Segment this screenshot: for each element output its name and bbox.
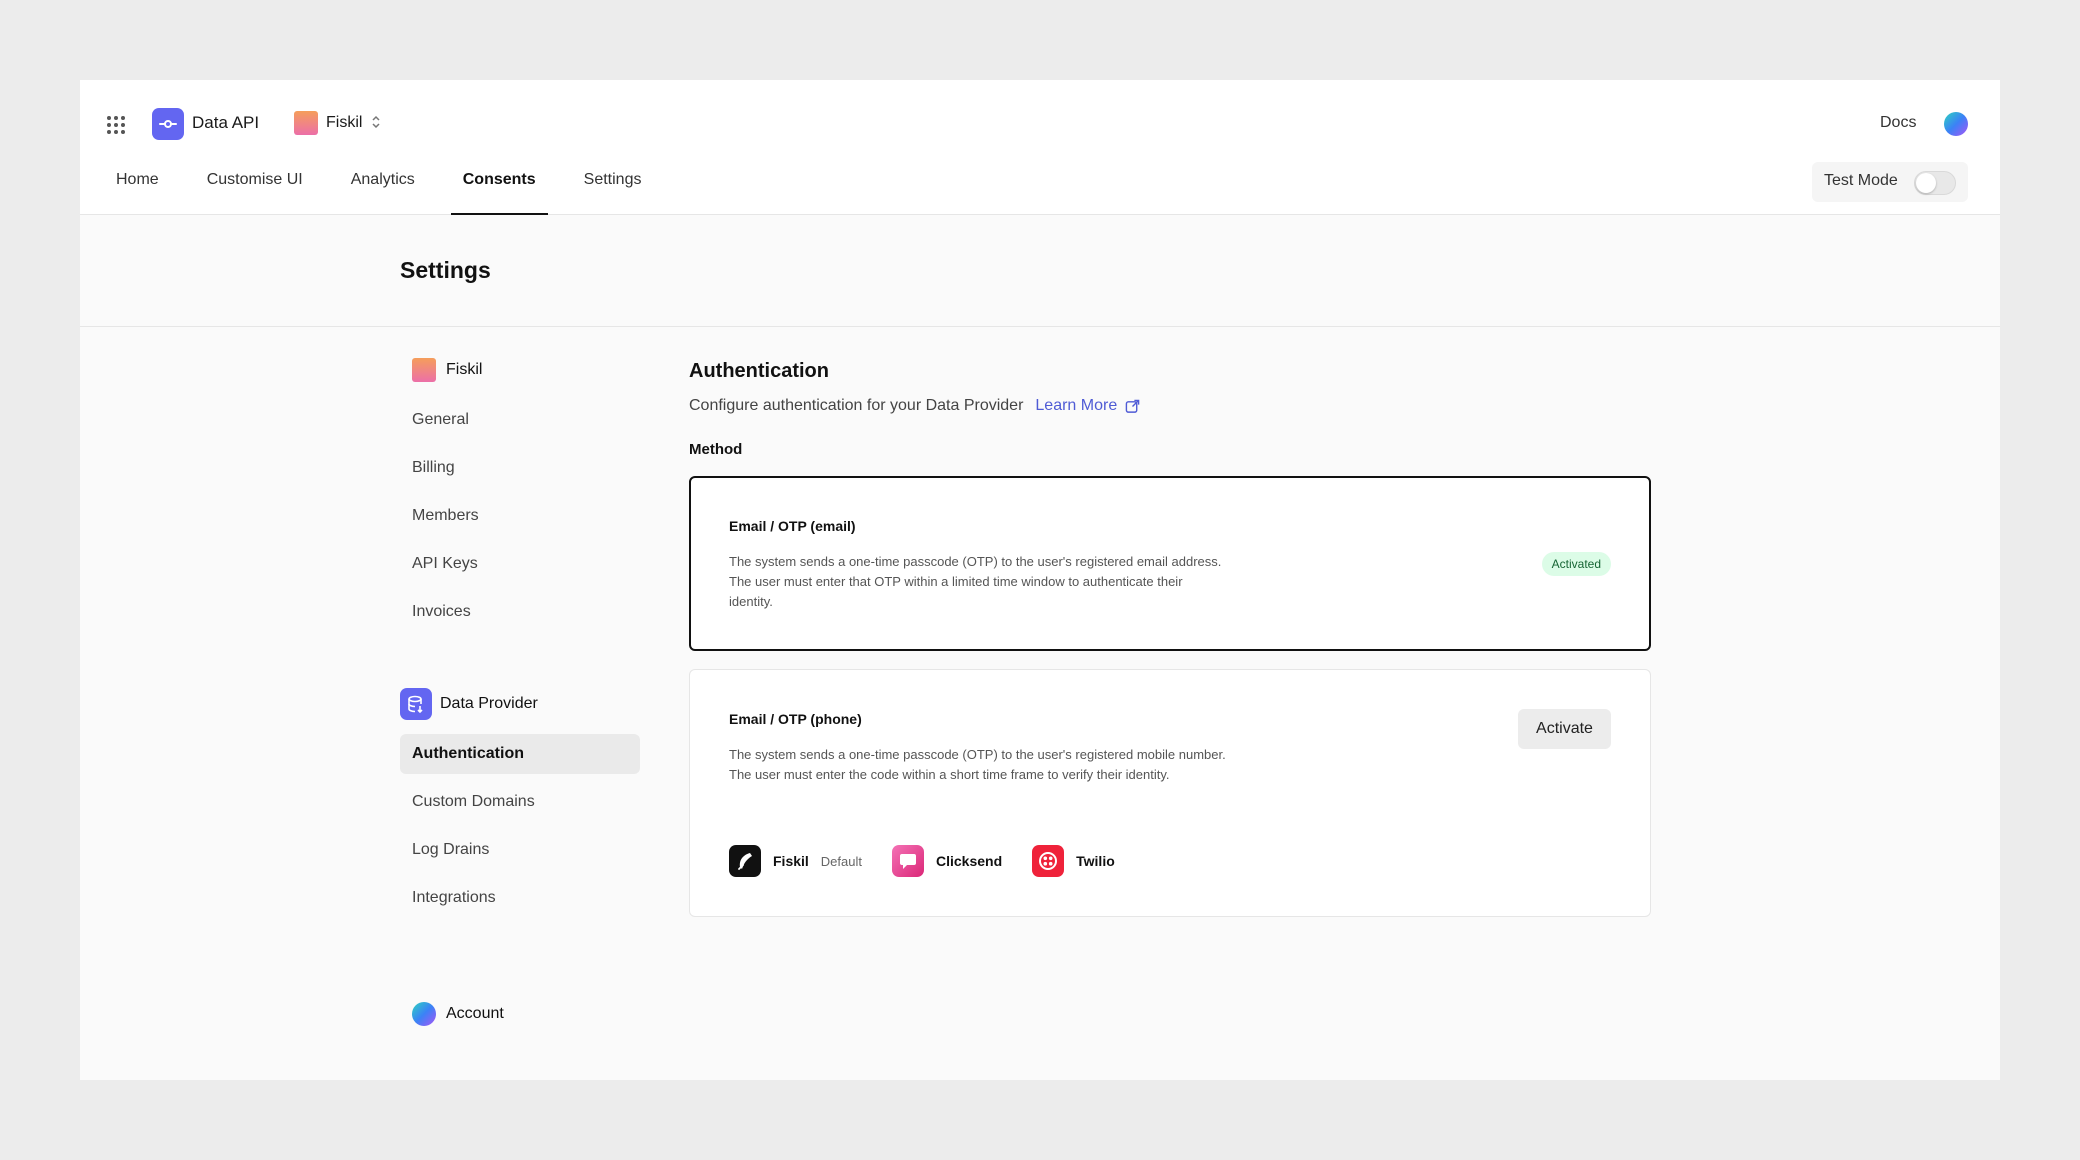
top-bar: Data API Fiskil Docs Home Customise UI A… [80, 80, 2000, 215]
provider-twilio[interactable]: Twilio [1032, 845, 1115, 877]
external-link-icon[interactable] [1125, 399, 1140, 414]
tab-analytics[interactable]: Analytics [327, 164, 439, 215]
database-icon [400, 688, 432, 720]
settings-sidebar: Fiskil General Billing Members API Keys … [400, 348, 640, 1036]
page-title: Settings [400, 257, 491, 283]
method-description: The system sends a one-time passcode (OT… [729, 554, 1222, 609]
sidebar-item-general[interactable]: General [400, 400, 640, 440]
sidebar-group-label: Data Provider [440, 695, 538, 712]
org-switcher[interactable]: Fiskil [326, 114, 362, 132]
provider-name: Fiskil [773, 853, 809, 869]
sidebar-group-label: Account [446, 1005, 504, 1022]
provider-name: Clicksend [936, 853, 1003, 869]
sidebar-item-log-drains[interactable]: Log Drains [400, 830, 640, 870]
account-avatar-icon [412, 1002, 436, 1026]
sidebar-item-integrations[interactable]: Integrations [400, 878, 640, 918]
twilio-logo-icon [1032, 845, 1065, 877]
authentication-panel: Authentication Configure authentication … [689, 360, 1651, 917]
tab-settings[interactable]: Settings [560, 164, 666, 215]
fiskil-logo-icon [729, 845, 761, 877]
sidebar-group-data-provider: Data Provider [400, 682, 640, 726]
default-tag: Default [820, 853, 862, 869]
test-mode-control: Test Mode [1812, 162, 1968, 202]
test-mode-label: Test Mode [1824, 172, 1898, 189]
provider-clicksend[interactable]: Clicksend [892, 845, 1002, 877]
method-card-phone[interactable]: Email / OTP (phone) The system sends a o… [689, 669, 1651, 917]
method-description: The system sends a one-time passcode (OT… [729, 747, 1226, 782]
section-title: Authentication [689, 360, 829, 382]
org-logo-icon [412, 358, 436, 382]
sidebar-group-account: Account [400, 992, 640, 1036]
tab-customise-ui[interactable]: Customise UI [183, 164, 327, 215]
method-title: Email / OTP (phone) [729, 711, 862, 727]
provider-name: Twilio [1076, 853, 1115, 869]
app-name: Data API [192, 113, 260, 132]
chevron-up-down-icon[interactable] [370, 113, 382, 131]
learn-more-link[interactable]: Learn More [1035, 397, 1117, 415]
app-window: Data API Fiskil Docs Home Customise UI A… [80, 80, 2000, 1080]
sidebar-item-invoices[interactable]: Invoices [400, 592, 640, 632]
sidebar-item-billing[interactable]: Billing [400, 448, 640, 488]
page-header: Settings [80, 215, 2000, 327]
provider-fiskil[interactable]: Fiskil Default [729, 845, 862, 877]
docs-link[interactable]: Docs [1880, 114, 1916, 132]
section-description: Configure authentication for your Data P… [689, 397, 1651, 415]
activate-button[interactable]: Activate [1518, 709, 1611, 749]
toggle-knob [1916, 173, 1936, 193]
app-grid-icon[interactable] [107, 116, 125, 134]
method-label: Method [689, 441, 743, 458]
sidebar-item-custom-domains[interactable]: Custom Domains [400, 782, 640, 822]
status-badge: Activated [1541, 552, 1611, 576]
method-title: Email / OTP (email) [729, 518, 856, 534]
sidebar-item-members[interactable]: Members [400, 496, 640, 536]
org-logo-icon [294, 111, 318, 135]
sidebar-item-authentication[interactable]: Authentication [400, 734, 640, 774]
user-avatar[interactable] [1944, 112, 1968, 136]
clicksend-logo-icon [892, 845, 924, 877]
test-mode-toggle[interactable] [1914, 171, 1956, 195]
sidebar-group-label: Fiskil [446, 361, 483, 378]
main-nav: Home Customise UI Analytics Consents Set… [80, 164, 665, 215]
sidebar-item-api-keys[interactable]: API Keys [400, 544, 640, 584]
description-text: Configure authentication for your Data P… [689, 397, 1024, 414]
method-card-email[interactable]: Email / OTP (email) The system sends a o… [689, 476, 1651, 651]
data-api-logo-icon [152, 108, 184, 140]
tab-consents[interactable]: Consents [439, 164, 560, 215]
sidebar-group-org: Fiskil [400, 348, 640, 392]
tab-home[interactable]: Home [80, 164, 183, 215]
sms-provider-list: Fiskil Default Clicksend Twilio [729, 845, 1145, 877]
